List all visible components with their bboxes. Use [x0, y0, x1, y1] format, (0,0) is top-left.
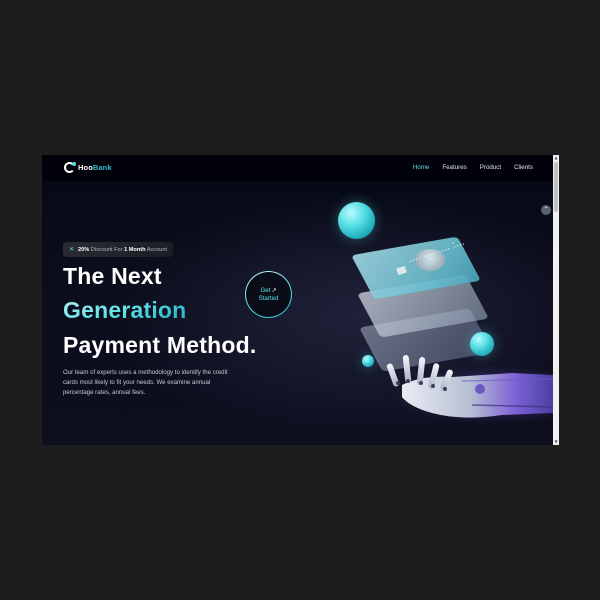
discount-badge: ✕ 20% Discount For 1 Month Account	[63, 242, 173, 257]
get-started-label-2: Started	[258, 294, 279, 302]
browser-window: HooBank Home Features Product Clients ✕ …	[42, 155, 559, 445]
logo-icon	[64, 162, 76, 173]
logo[interactable]: HooBank	[64, 162, 112, 173]
get-started-inner: Get↗ Started	[246, 272, 291, 317]
hero-heading-line-1: The Next	[63, 263, 162, 289]
scroll-up-arrow-icon[interactable]: ▲	[553, 155, 559, 161]
discount-text: 20% Discount For 1 Month Account	[78, 247, 167, 253]
discount-icon: ✕	[69, 246, 75, 253]
scroll-down-arrow-icon[interactable]: ▼	[553, 439, 559, 445]
nav-links: Home Features Product Clients	[413, 164, 533, 171]
nav-link-clients[interactable]: Clients	[514, 164, 533, 171]
nav-link-product[interactable]: Product	[480, 164, 501, 171]
get-started-line-1: Get↗	[260, 287, 276, 295]
logo-text-part-2: Bank	[92, 163, 112, 172]
get-started-label-1: Get	[260, 286, 271, 294]
floating-sphere	[470, 332, 494, 356]
discount-text-a: Discount For	[90, 246, 123, 253]
discount-duration: 1 Month	[124, 246, 146, 253]
discount-text-b: Account	[146, 246, 167, 253]
discount-percent: 20%	[78, 246, 90, 253]
nav-link-features[interactable]: Features	[442, 164, 466, 171]
hero-description: Our team of experts uses a methodology t…	[63, 369, 228, 396]
nav-link-home[interactable]: Home	[413, 164, 430, 171]
navbar: HooBank Home Features Product Clients	[42, 155, 553, 181]
robot-hand-illustration: •••• •••• •••• •••• ◐	[332, 195, 553, 445]
scrollbar[interactable]: ▲ ▼	[553, 155, 559, 445]
hero-heading-line-2: Generation	[63, 297, 187, 323]
arrow-up-right-icon: ↗	[271, 287, 277, 294]
hero-heading-line-3: Payment Method.	[63, 332, 257, 358]
floating-sphere	[338, 202, 375, 239]
robot-hand	[386, 355, 553, 418]
scrollbar-thumb[interactable]	[554, 162, 558, 212]
logo-text-part-1: Hoo	[78, 163, 93, 172]
logo-text: HooBank	[78, 163, 112, 172]
page-viewport: HooBank Home Features Product Clients ✕ …	[42, 155, 553, 445]
scroll-to-top-button[interactable]: ⌃	[541, 205, 551, 215]
get-started-button[interactable]: Get↗ Started	[245, 271, 292, 318]
